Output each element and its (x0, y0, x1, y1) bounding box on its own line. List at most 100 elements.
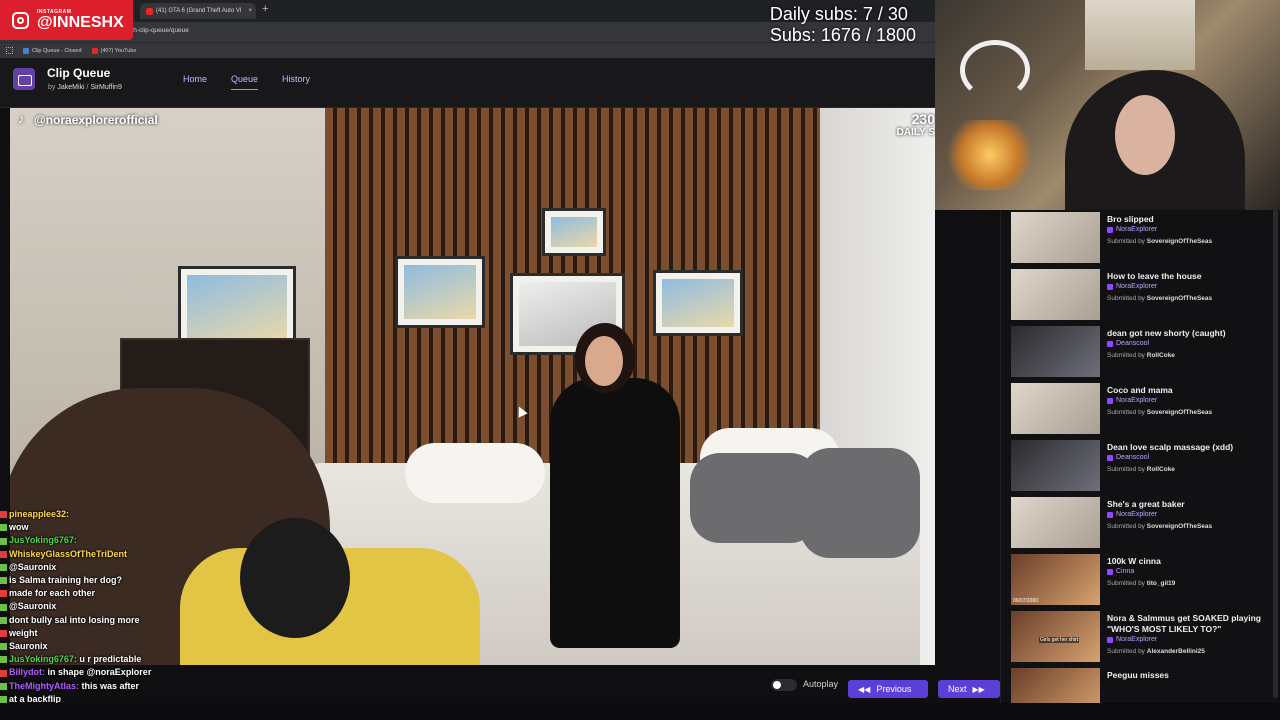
chat-badge-icon (0, 511, 7, 519)
tiktok-watermark: @noraexplorerofficial (18, 111, 158, 127)
submitter-name: SovereignOfTheSeas (1146, 295, 1213, 302)
next-button[interactable]: Next ▶▶ (938, 680, 1000, 698)
bookmark-clip-queue[interactable]: Clip Queue - Closed (23, 47, 82, 54)
next-icon: ▶▶ (972, 684, 985, 694)
queue-item[interactable]: She's a great baker NoraExplorer Submitted… (1011, 496, 1269, 551)
queue-item[interactable]: 09/07/2000 100k W cinna Cinna Submitted by … (1011, 553, 1269, 608)
chat-badge-icon (0, 524, 7, 532)
site-title: Clip Queue (47, 66, 111, 80)
queue-scrollbar[interactable] (1273, 210, 1278, 698)
chat-username: WhiskeyGlassOfTheTriDent (9, 548, 128, 559)
queue-item[interactable]: Girls get her shirt Nora & Salmmus get SO… (1011, 610, 1269, 665)
video-scene-pillow (405, 443, 545, 503)
clip-channel[interactable]: NoraExplorer (1107, 511, 1157, 518)
queue-item[interactable]: Coco and mama NoraExplorer Submitted by So… (1011, 382, 1269, 437)
byline-separator: / (86, 84, 89, 91)
previous-button[interactable]: ◀◀ Previous (848, 680, 928, 698)
chat-text: @Sauronix (9, 601, 57, 612)
submitter-name: RollCoke (1146, 352, 1175, 359)
twitch-icon (1107, 283, 1113, 290)
clip-queue-logo-icon[interactable] (13, 68, 35, 90)
clip-title: Nora & Salmmus get SOAKED playing (1107, 613, 1261, 623)
channel-name: Cinna (1116, 568, 1135, 575)
clip-thumbnail[interactable] (1011, 326, 1100, 377)
bookmark-youtube[interactable]: (407) YouTube (91, 47, 137, 54)
chat-message: weight (0, 627, 260, 640)
instagram-text: INSTAGRAM @INNESHX (37, 9, 124, 31)
clip-channel[interactable]: NoraExplorer (1107, 636, 1157, 643)
chat-badge-icon (0, 643, 7, 651)
clip-channel[interactable]: NoraExplorer (1107, 397, 1157, 404)
chat-text: made for each other (9, 588, 96, 599)
queue-item[interactable]: Dean love scalp massage (xdd) Deanscool Su… (1011, 439, 1269, 494)
corner-number: 230 (911, 111, 935, 127)
chat-message: wow (0, 521, 260, 534)
channel-name: NoraExplorer (1116, 283, 1158, 290)
clip-thumbnail[interactable]: Girls get her shirt (1011, 611, 1100, 662)
clip-submitter: Submitted by AlexanderBellini25 (1107, 648, 1205, 655)
clip-thumbnail[interactable] (1011, 269, 1100, 320)
queue-item[interactable]: dean got new shorty (caught) Deanscool Sub… (1011, 325, 1269, 380)
player-controls: Autoplay ◀◀ Previous Next ▶▶ (0, 675, 1000, 703)
clip-title-line2: "WHO'S MOST LIKELY TO?" (1107, 624, 1222, 634)
clip-title: Dean love scalp massage (xdd) (1107, 442, 1234, 452)
author-jakemiki[interactable]: JakeMiki (57, 84, 84, 91)
chat-text: is Salma training her dog? (9, 575, 123, 586)
autoplay-toggle[interactable] (771, 679, 797, 691)
clip-channel[interactable]: Deanscool (1107, 340, 1149, 347)
clip-thumbnail[interactable]: 09/07/2000 (1011, 554, 1100, 605)
submitter-name: SovereignOfTheSeas (1146, 523, 1213, 530)
chat-message: @Sauronix (0, 561, 260, 574)
clip-channel[interactable]: NoraExplorer (1107, 226, 1157, 233)
apps-grid-icon[interactable] (6, 47, 13, 54)
webcam-feed (935, 0, 1280, 210)
close-icon[interactable]: × (248, 8, 252, 14)
twitch-icon (1107, 511, 1113, 518)
clip-thumbnail[interactable] (1011, 440, 1100, 491)
clip-channel[interactable]: NoraExplorer (1107, 283, 1157, 290)
author-sirmuffin[interactable]: SirMuffin9 (90, 84, 121, 91)
instagram-icon (12, 11, 29, 29)
bookmark-favicon-icon (23, 47, 29, 54)
chat-badge-icon (0, 577, 7, 585)
clip-channel[interactable]: Deanscool (1107, 454, 1149, 461)
clip-title: dean got new shorty (caught) (1107, 328, 1226, 338)
submitted-by-label: Submitted by (1107, 409, 1145, 416)
browser-tab[interactable]: (41) GTA 6 (Grand Theft Auto VI × (140, 3, 256, 19)
webcam-streamer-face (1115, 95, 1175, 175)
clip-thumbnail[interactable] (1011, 383, 1100, 434)
twitch-icon (1107, 340, 1113, 347)
bottom-strip (0, 703, 1280, 720)
nav-home[interactable]: Home (183, 74, 207, 90)
chat-text: u r predictable (79, 654, 142, 665)
chat-badge-icon (0, 590, 7, 598)
previous-icon: ◀◀ (858, 684, 871, 694)
chat-message: is Salma training her dog? (0, 574, 260, 587)
new-tab-icon[interactable]: + (262, 3, 268, 15)
main-nav: Home Queue History (183, 74, 310, 90)
clip-thumbnail[interactable] (1011, 212, 1100, 263)
chat-message: JusYoking6767: (0, 534, 260, 547)
daily-subs-text: Daily subs: 7 / 30 (769, 4, 908, 24)
chat-badge-icon (0, 629, 7, 637)
chat-message: WhiskeyGlassOfTheTriDent (0, 548, 260, 561)
nav-queue[interactable]: Queue (231, 74, 259, 90)
nav-history[interactable]: History (282, 74, 310, 90)
clip-channel[interactable]: Cinna (1107, 568, 1134, 575)
youtube-icon (91, 47, 98, 54)
queue-item[interactable]: How to leave the house NoraExplorer Submit… (1011, 268, 1269, 323)
twitch-icon (1107, 568, 1113, 575)
chat-message: dont bully sal into losing more (0, 614, 260, 627)
thumbnail-date: 09/07/2000 (1013, 598, 1039, 604)
clip-submitter: Submitted by SovereignOfTheSeas (1107, 295, 1212, 302)
subs-counter: Daily subs: 7 / 30 Subs: 1676 / 1800 (770, 4, 916, 45)
bookmark-label: (407) YouTube (100, 47, 137, 54)
site-header: Clip Queue by JakeMiki / SirMuffin9 Home… (0, 58, 935, 108)
chat-message: Sauronix (0, 640, 260, 653)
chat-badge-icon (0, 616, 7, 624)
clip-thumbnail[interactable] (1011, 497, 1100, 548)
chat-message: pineapplee32: (0, 508, 260, 521)
tab-title: (41) GTA 6 (Grand Theft Auto VI (156, 8, 242, 14)
clip-submitter: Submitted by RollCoke (1107, 352, 1175, 359)
queue-item[interactable]: Bro slipped NoraExplorer Submitted by Sove… (1011, 211, 1269, 266)
